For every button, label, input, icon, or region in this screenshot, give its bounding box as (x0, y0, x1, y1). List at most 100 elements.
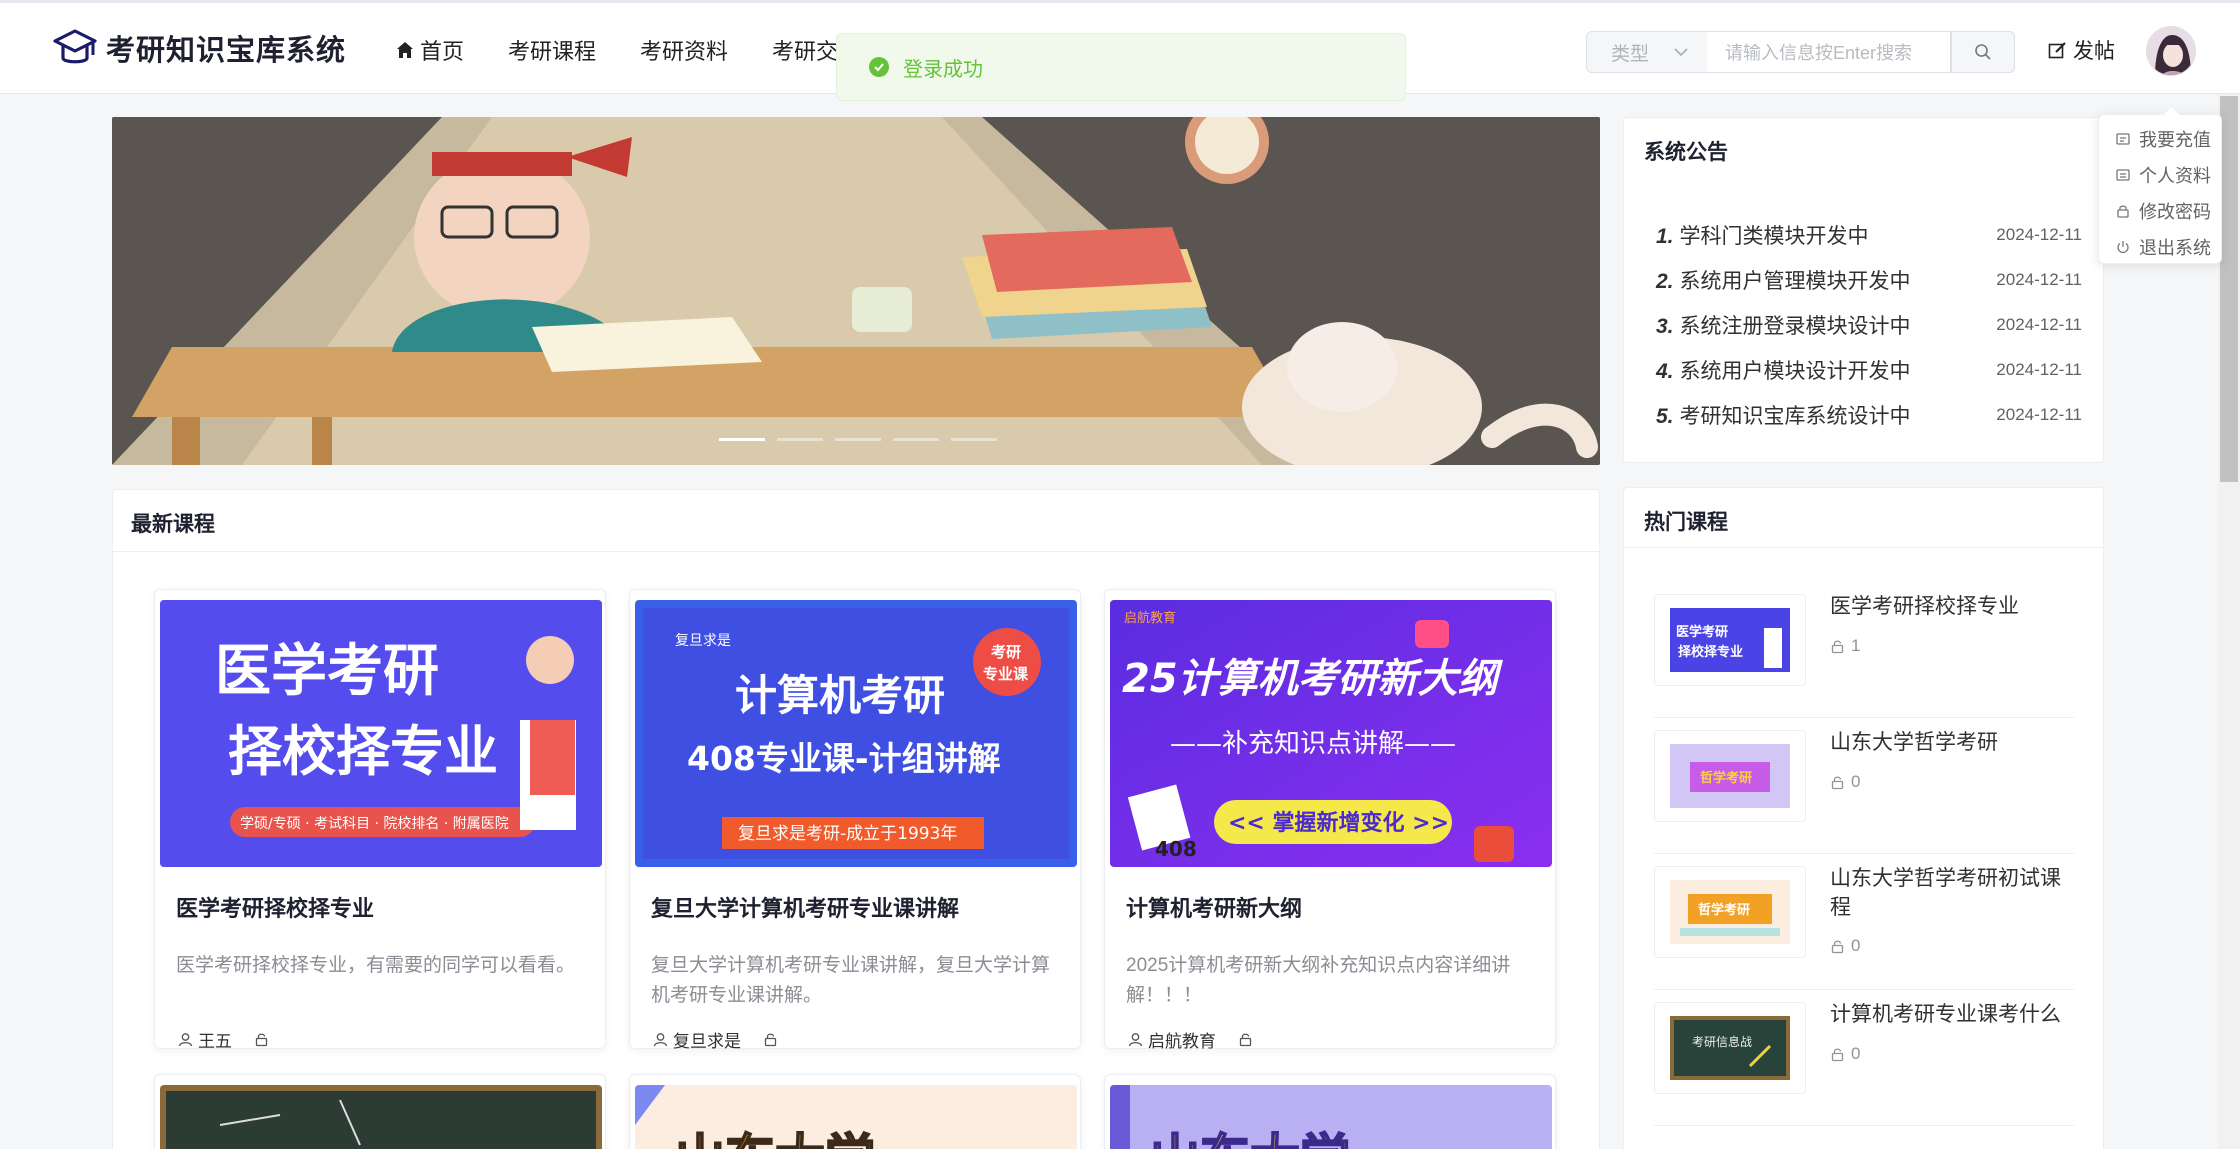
course-card[interactable]: 启航教育 25计算机考研新大纲 ——补充知识点讲解—— << 掌握新增变化 >>… (1104, 589, 1556, 1051)
banner-illustration (112, 117, 1600, 465)
cover-line2: ——补充知识点讲解—— (1170, 729, 1456, 759)
nav-materials[interactable]: 考研资料 (640, 33, 728, 67)
hot-course-item[interactable]: 哲学考研 山东大学哲学考研 0 (1654, 718, 2074, 854)
course-desc: 复旦大学计算机考研专业课讲解，复旦大学计算机考研专业课讲解。 (651, 955, 1051, 1006)
hot-course-count-value: 0 (1851, 936, 1861, 955)
hot-course-title[interactable]: 山东大学哲学考研 (1830, 728, 2070, 757)
hot-course-title[interactable]: 山东大学哲学考研初试课程 (1830, 864, 2070, 922)
post-button[interactable]: 发帖 (2048, 35, 2115, 65)
hot-course-count: 0 (1830, 1044, 1860, 1064)
search-icon (1975, 44, 1991, 60)
power-icon (2115, 239, 2131, 255)
svg-text:医学考研: 医学考研 (1676, 624, 1728, 640)
course-card[interactable] (154, 1074, 606, 1149)
menu-change-password[interactable]: 修改密码 (2099, 193, 2221, 229)
carousel-dot[interactable] (893, 438, 939, 441)
hero-carousel[interactable] (112, 117, 1600, 465)
course-author: 复旦求是 (673, 1032, 741, 1051)
nav-home-label: 首页 (420, 39, 465, 64)
wallet-icon (2115, 131, 2131, 147)
cover-brand: 复旦求是 (675, 632, 731, 649)
course-desc: 医学考研择校择专业，有需要的同学可以看看。 (176, 955, 576, 976)
search-type-select[interactable]: 类型 (1586, 31, 1708, 73)
cover-line1: 医学考研 (215, 639, 439, 704)
course-card[interactable]: 复旦求是 考研 专业课 计算机考研 408专业课-计组讲解 复旦求是考研-成立于… (629, 589, 1081, 1052)
page-scrollbar-thumb[interactable] (2220, 96, 2238, 482)
hot-course-count: 1 (1830, 636, 1860, 656)
notice-text: 系统用户管理模块开发中 (1679, 269, 1911, 293)
notice-number: 5. (1656, 404, 1674, 428)
avatar[interactable] (2146, 26, 2196, 76)
menu-profile[interactable]: 个人资料 (2099, 157, 2221, 193)
logo[interactable]: 考研知识宝库系统 (52, 25, 346, 71)
cover-line1: 计算机考研 (735, 671, 945, 720)
course-title[interactable]: 复旦大学计算机考研专业课讲解 (651, 891, 1070, 923)
cover-foot: 复旦求是考研-成立于1993年 (738, 824, 957, 844)
cover-line2: 408专业课-计组讲解 (687, 739, 1001, 778)
svg-text:考研信息战: 考研信息战 (1692, 1034, 1752, 1049)
notice-number: 3. (1656, 314, 1674, 338)
course-title[interactable]: 医学考研择校择专业 (176, 891, 595, 923)
hot-course-title[interactable]: 医学考研择校择专业 (1830, 592, 2070, 621)
search-input[interactable]: 请输入信息按Enter搜索 (1707, 31, 1951, 73)
nav-courses[interactable]: 考研课程 (508, 33, 596, 67)
hot-course-count-value: 0 (1851, 1044, 1861, 1063)
hot-course-item[interactable]: 医学考研 择校择专业 医学考研择校择专业 1 (1654, 582, 2074, 718)
cover-brand: 启航教育 (1124, 610, 1176, 626)
menu-logout[interactable]: 退出系统 (2099, 229, 2221, 265)
hot-course-thumb: 哲学考研 (1654, 730, 1806, 822)
course-author: 王五 (198, 1032, 232, 1051)
cover-text: 山东大学 (1150, 1129, 1350, 1149)
carousel-dot[interactable] (835, 438, 881, 441)
course-card[interactable]: 山东大学 (1104, 1074, 1556, 1149)
lock-icon (1831, 940, 1844, 953)
user-icon (1128, 1033, 1143, 1047)
hot-course-item[interactable]: 考研信息战 计算机考研专业课考什么 0 (1654, 990, 2074, 1126)
hot-course-title[interactable]: 计算机考研专业课考什么 (1830, 1000, 2070, 1029)
course-card[interactable]: 医学考研 择校择专业 学硕/专硕 · 考试科目 · 院校排名 · 附属医院 医学… (154, 589, 606, 1051)
toast-message: 登录成功 (903, 58, 983, 81)
menu-profile-label: 个人资料 (2139, 166, 2211, 186)
latest-courses-panel: 最新课程 医学考研 择校择专业 学硕/专硕 · 考试科目 · 院校排名 · 附属… (112, 489, 1600, 1149)
user-icon (178, 1033, 193, 1047)
menu-logout-label: 退出系统 (2139, 238, 2211, 258)
search-button[interactable] (1951, 31, 2015, 73)
lock-icon (1239, 1033, 1252, 1047)
course-card[interactable]: 山东大学 (629, 1074, 1081, 1149)
lock-icon (2115, 203, 2131, 219)
hot-courses-title: 热门课程 (1644, 511, 1728, 534)
notice-date: 2024-12-11 (1996, 404, 2082, 424)
lock-icon (1831, 1048, 1844, 1061)
user-icon (653, 1033, 668, 1047)
cover-badge1: 考研 (991, 643, 1021, 661)
carousel-dot[interactable] (951, 438, 997, 441)
carousel-indicators (719, 438, 1009, 441)
notice-number: 2. (1656, 269, 1674, 293)
notice-item[interactable]: 2. 系统用户管理模块开发中 2024-12-11 (1656, 257, 2082, 302)
search-type-label: 类型 (1611, 43, 1650, 65)
course-title[interactable]: 计算机考研新大纲 (1126, 891, 1545, 923)
lock-icon (1831, 640, 1844, 653)
cover-button: << 掌握新增变化 >> (1228, 810, 1449, 836)
notice-item[interactable]: 5. 考研知识宝库系统设计中 2024-12-11 (1656, 392, 2082, 437)
course-cover (160, 1085, 602, 1149)
notice-item[interactable]: 3. 系统注册登录模块设计中 2024-12-11 (1656, 302, 2082, 347)
cover-badge2: 专业课 (983, 665, 1029, 683)
notice-list: 1. 学科门类模块开发中 2024-12-11 2. 系统用户管理模块开发中 202… (1656, 212, 2082, 437)
nav-home[interactable]: 首页 (396, 33, 464, 67)
user-dropdown-menu: 我要充值 个人资料 修改密码 退出系统 (2098, 114, 2222, 264)
menu-change-password-label: 修改密码 (2139, 202, 2211, 222)
menu-recharge[interactable]: 我要充值 (2099, 121, 2221, 157)
course-desc: 2025计算机考研新大纲补充知识点内容详细讲解！！！ (1126, 955, 1511, 1006)
notice-date: 2024-12-11 (1996, 314, 2082, 334)
carousel-dot[interactable] (719, 438, 765, 441)
hot-course-item[interactable]: 哲学考研 山东大学哲学考研初试课程 0 (1654, 854, 2074, 990)
carousel-dot[interactable] (777, 438, 823, 441)
course-meta: 复旦求是 (653, 1027, 1070, 1052)
notice-item[interactable]: 4. 系统用户模块设计开发中 2024-12-11 (1656, 347, 2082, 392)
cover-line1: 25计算机考研新大纲 (1122, 656, 1504, 702)
svg-text:哲学考研: 哲学考研 (1698, 902, 1750, 918)
hot-course-thumb: 医学考研 择校择专业 (1654, 594, 1806, 686)
notice-title: 系统公告 (1644, 141, 1728, 164)
notice-item[interactable]: 1. 学科门类模块开发中 2024-12-11 (1656, 212, 2082, 257)
